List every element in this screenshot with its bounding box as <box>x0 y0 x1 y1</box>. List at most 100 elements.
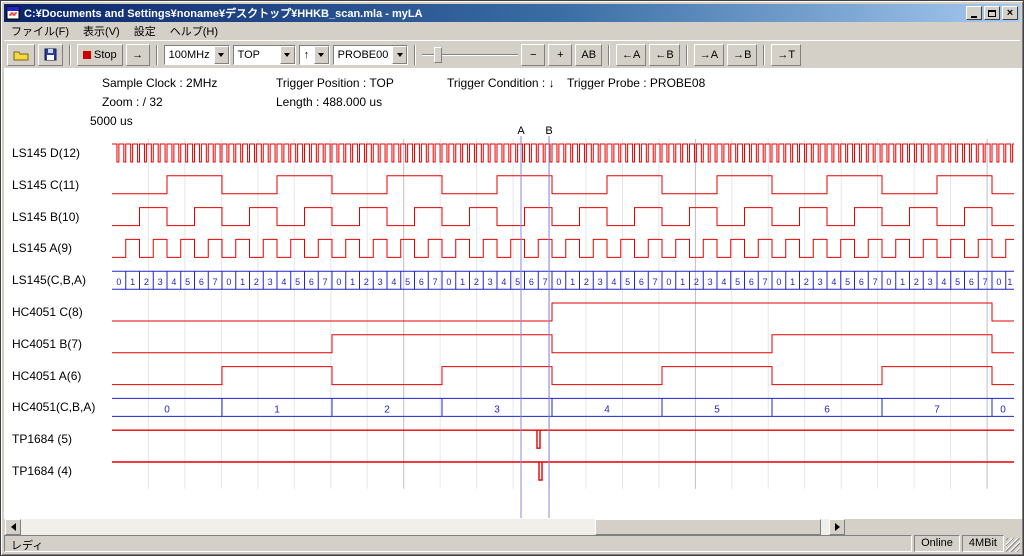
zoom-out-button[interactable]: − <box>521 44 545 66</box>
trigger-probe-info: Trigger Probe : PROBE08 <box>567 76 705 90</box>
chevron-down-icon <box>280 46 295 64</box>
scrollbar-track[interactable] <box>21 519 829 535</box>
svg-text:7: 7 <box>873 277 878 287</box>
svg-text:7: 7 <box>763 277 768 287</box>
svg-text:1: 1 <box>900 277 905 287</box>
toolbar-separator <box>414 45 416 65</box>
svg-text:2: 2 <box>144 277 149 287</box>
zoom-slider[interactable] <box>422 45 518 65</box>
svg-text:A: A <box>517 125 525 137</box>
trigger-edge-select[interactable]: ↑ <box>299 45 330 65</box>
svg-text:5: 5 <box>185 277 190 287</box>
menu-settings[interactable]: 設定 <box>127 21 163 41</box>
svg-text:3: 3 <box>378 277 383 287</box>
svg-text:4: 4 <box>611 277 616 287</box>
svg-text:0: 0 <box>996 277 1001 287</box>
menu-help[interactable]: ヘルプ(H) <box>163 21 225 41</box>
arrow-left-icon <box>7 523 16 531</box>
svg-text:0: 0 <box>446 277 451 287</box>
svg-text:1: 1 <box>274 404 280 415</box>
svg-text:3: 3 <box>158 277 163 287</box>
run-button[interactable]: → <box>126 44 150 66</box>
open-button[interactable] <box>7 44 35 66</box>
svg-text:7: 7 <box>433 277 438 287</box>
svg-text:1: 1 <box>1007 277 1012 287</box>
svg-text:4: 4 <box>281 277 286 287</box>
channel-label: TP1684 (4) <box>12 464 72 478</box>
channel-label: LS145 A(9) <box>12 241 72 255</box>
arrow-right-icon <box>835 523 844 531</box>
zoom-in-button[interactable]: + <box>548 44 572 66</box>
maximize-button[interactable] <box>984 6 1000 20</box>
svg-text:7: 7 <box>213 277 218 287</box>
trigger-position-select[interactable]: TOP <box>233 45 296 65</box>
sample-clock-select[interactable]: 100MHz <box>164 45 230 65</box>
goto-cursor-a-right-button[interactable]: →A <box>694 44 724 66</box>
trigger-position-info: Trigger Position : TOP <box>276 76 394 90</box>
svg-text:0: 0 <box>556 277 561 287</box>
svg-text:4: 4 <box>831 277 836 287</box>
scroll-right-button[interactable] <box>829 519 845 535</box>
close-button[interactable]: × <box>1002 6 1018 20</box>
toolbar-separator <box>763 45 765 65</box>
slider-thumb[interactable] <box>434 47 442 63</box>
svg-text:1: 1 <box>350 277 355 287</box>
goto-cursor-b-left-button[interactable]: ←B <box>649 44 679 66</box>
trigger-position-value: TOP <box>234 49 280 61</box>
trigger-probe-select[interactable]: PROBE00 <box>333 45 409 65</box>
svg-text:5: 5 <box>735 277 740 287</box>
svg-text:3: 3 <box>268 277 273 287</box>
scrollbar-thumb[interactable] <box>595 519 821 535</box>
save-button[interactable] <box>38 44 63 66</box>
status-online: Online <box>914 535 960 552</box>
window-title: C:¥Documents and Settings¥noname¥デスクトップ¥… <box>24 5 966 21</box>
svg-text:6: 6 <box>859 277 864 287</box>
status-ready: レディ <box>4 535 912 552</box>
svg-text:6: 6 <box>529 277 534 287</box>
title-bar[interactable]: C:¥Documents and Settings¥noname¥デスクトップ¥… <box>4 4 1020 22</box>
svg-text:5: 5 <box>955 277 960 287</box>
scroll-left-button[interactable] <box>5 519 21 535</box>
waveform-plot[interactable]: 0123456701234567012345670123456701234567… <box>112 122 1014 519</box>
svg-text:4: 4 <box>391 277 396 287</box>
horizontal-scrollbar[interactable] <box>5 519 845 535</box>
svg-text:1: 1 <box>130 277 135 287</box>
svg-text:0: 0 <box>1000 404 1006 415</box>
svg-text:2: 2 <box>914 277 919 287</box>
svg-text:5: 5 <box>405 277 410 287</box>
trigger-condition-info: Trigger Condition : ↓ <box>447 76 555 90</box>
chevron-down-icon <box>314 46 329 64</box>
menu-view[interactable]: 表示(V) <box>76 21 127 41</box>
goto-cursor-b-right-button[interactable]: →B <box>727 44 757 66</box>
stop-icon <box>83 51 91 59</box>
goto-cursor-a-left-button[interactable]: ←A <box>616 44 646 66</box>
svg-text:7: 7 <box>653 277 658 287</box>
svg-text:5: 5 <box>625 277 630 287</box>
menu-file[interactable]: ファイル(F) <box>4 21 76 41</box>
resize-grip[interactable] <box>1006 538 1020 552</box>
channel-label: LS145 B(10) <box>12 210 79 224</box>
svg-text:7: 7 <box>323 277 328 287</box>
chevron-down-icon <box>392 46 407 64</box>
svg-text:0: 0 <box>164 404 170 415</box>
status-bar: レディ Online 4MBit <box>4 534 1020 552</box>
toolbar: Stop → 100MHz TOP ↑ PROBE00 − + AB ←A ←B <box>4 40 1020 68</box>
svg-text:2: 2 <box>804 277 809 287</box>
svg-text:3: 3 <box>708 277 713 287</box>
toolbar-separator <box>608 45 610 65</box>
svg-text:6: 6 <box>199 277 204 287</box>
svg-text:7: 7 <box>983 277 988 287</box>
svg-text:6: 6 <box>824 404 830 415</box>
channel-label: LS145(C,B,A) <box>12 273 86 287</box>
svg-text:4: 4 <box>604 404 610 415</box>
minimize-button[interactable] <box>966 6 982 20</box>
sample-clock-value: 100MHz <box>165 49 214 61</box>
svg-text:5: 5 <box>515 277 520 287</box>
sample-clock-info: Sample Clock : 2MHz <box>102 76 217 90</box>
svg-text:6: 6 <box>419 277 424 287</box>
zoom-ab-button[interactable]: AB <box>575 44 602 66</box>
goto-trigger-button[interactable]: →T <box>771 44 801 66</box>
svg-text:3: 3 <box>928 277 933 287</box>
stop-button[interactable]: Stop <box>77 44 123 66</box>
svg-text:3: 3 <box>818 277 823 287</box>
